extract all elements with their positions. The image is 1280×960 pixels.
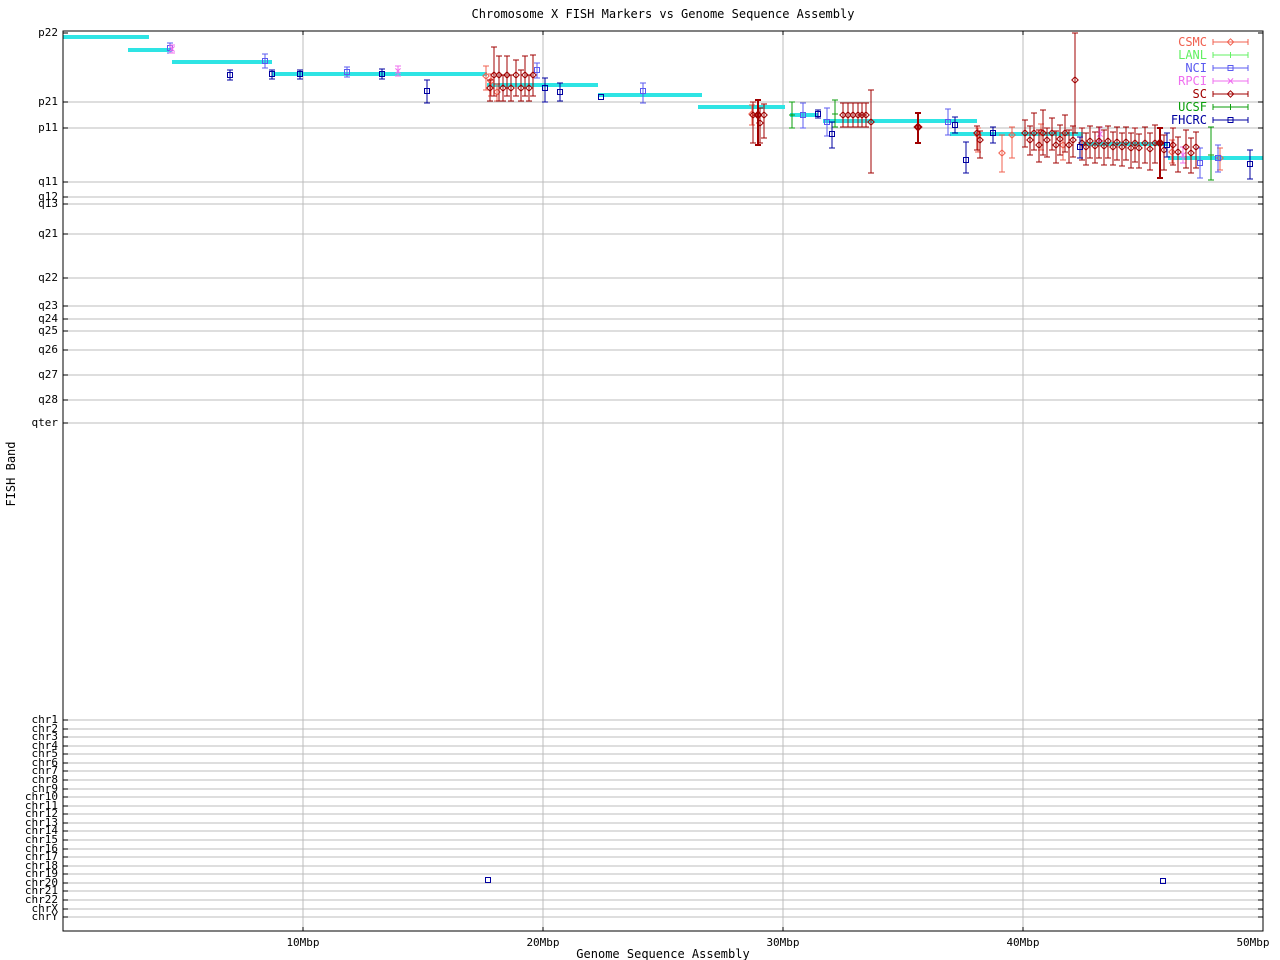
y-tick-label-q26: q26 bbox=[38, 344, 58, 355]
y-tick-label-p21: p21 bbox=[38, 96, 58, 107]
plot-canvas bbox=[0, 0, 1280, 960]
y-tick-label-p11: p11 bbox=[38, 122, 58, 133]
y-tick-label-q13: q13 bbox=[38, 198, 58, 209]
marker-plus bbox=[832, 111, 838, 117]
marker-plus bbox=[1228, 52, 1234, 58]
y-tick-label-q25: q25 bbox=[38, 325, 58, 336]
chart-title: Chromosome X FISH Markers vs Genome Sequ… bbox=[472, 7, 855, 21]
y-tick-label-q21: q21 bbox=[38, 228, 58, 239]
legend-label-sc: SC bbox=[1193, 88, 1207, 100]
legend-label-fhcrc: FHCRC bbox=[1171, 114, 1207, 126]
x-axis-label: Genome Sequence Assembly bbox=[576, 947, 749, 960]
y-axis-label: FISH Band bbox=[4, 441, 18, 506]
y-tick-label-q27: q27 bbox=[38, 369, 58, 380]
y-tick-label-chrY: chrY bbox=[32, 911, 59, 922]
y-tick-label-qter: qter bbox=[32, 417, 59, 428]
x-tick-label-40Mbp: 40Mbp bbox=[1006, 936, 1039, 949]
fish-marker-chart: Chromosome X FISH Markers vs Genome Sequ… bbox=[0, 0, 1280, 960]
y-tick-label-q11: q11 bbox=[38, 176, 58, 187]
y-tick-label-q28: q28 bbox=[38, 394, 58, 405]
x-tick-label-50Mbp: 50Mbp bbox=[1236, 936, 1269, 949]
legend-label-rpci: RPCI bbox=[1178, 75, 1207, 87]
legend-label-csmc: CSMC bbox=[1178, 36, 1207, 48]
x-tick-label-10Mbp: 10Mbp bbox=[286, 936, 319, 949]
y-tick-label-q22: q22 bbox=[38, 272, 58, 283]
marker-plus bbox=[1228, 104, 1234, 110]
legend-label-ucsf: UCSF bbox=[1178, 101, 1207, 113]
plot-border bbox=[63, 31, 1263, 931]
y-tick-label-q24: q24 bbox=[38, 313, 58, 324]
y-tick-label-q23: q23 bbox=[38, 300, 58, 311]
x-tick-label-20Mbp: 20Mbp bbox=[526, 936, 559, 949]
legend-label-lanl: LANL bbox=[1178, 49, 1207, 61]
marker-plus bbox=[789, 112, 795, 118]
x-tick-label-30Mbp: 30Mbp bbox=[766, 936, 799, 949]
legend-label-nci: NCI bbox=[1185, 62, 1207, 74]
marker-square bbox=[486, 878, 491, 883]
y-tick-label-p22: p22 bbox=[38, 27, 58, 38]
